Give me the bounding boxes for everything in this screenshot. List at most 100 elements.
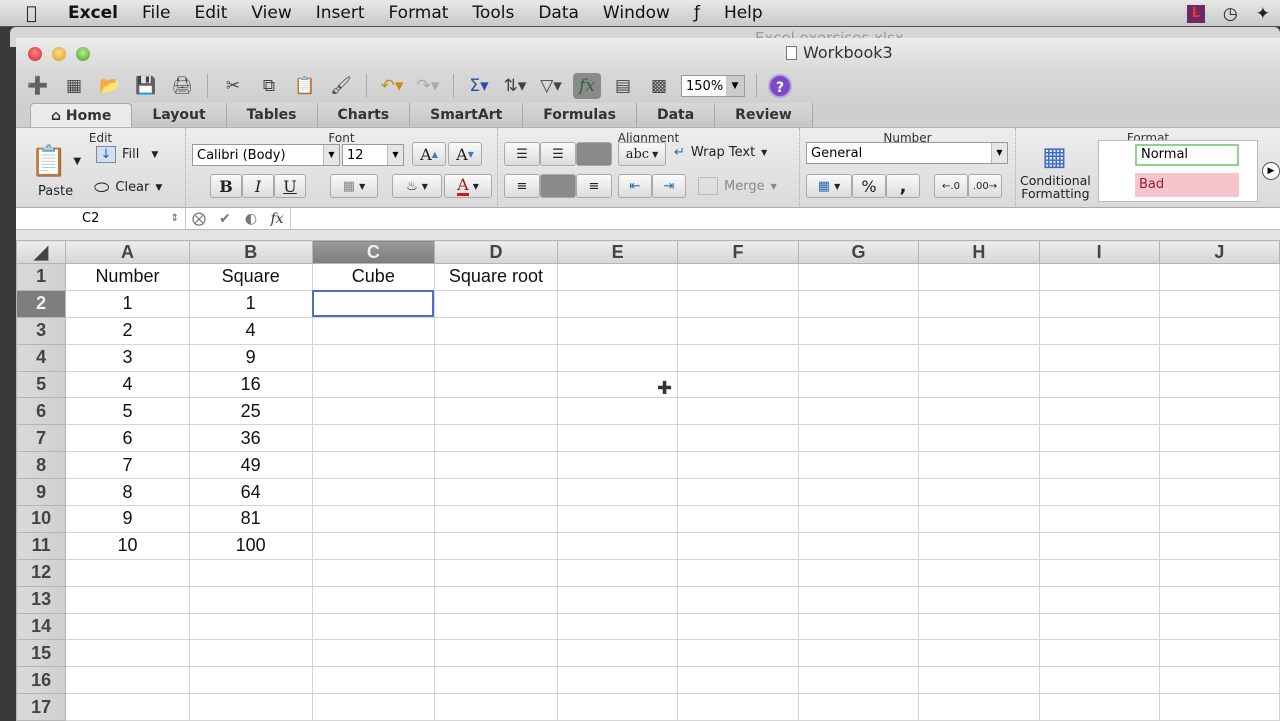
row-header[interactable]: 15: [15, 639, 67, 668]
cell-a8[interactable]: 7: [65, 451, 190, 480]
cell-a10[interactable]: 9: [65, 505, 190, 533]
cell-c7[interactable]: [311, 424, 435, 453]
cell-g3[interactable]: [797, 316, 920, 345]
tab-data[interactable]: Data: [636, 103, 716, 127]
cell-g9[interactable]: [797, 478, 920, 507]
borders-button[interactable]: ▦ ▼: [330, 174, 378, 198]
stepper-icon[interactable]: ⇕: [171, 213, 179, 224]
italic-button[interactable]: I: [242, 174, 274, 198]
autosum-icon[interactable]: Σ▾: [465, 73, 493, 99]
cell-h7[interactable]: [918, 424, 1040, 453]
script-menu-icon[interactable]: ƒ: [694, 3, 700, 23]
cell-g1[interactable]: [797, 263, 920, 291]
time-machine-icon[interactable]: ◷: [1223, 4, 1238, 24]
status-app-icon[interactable]: L: [1186, 4, 1205, 23]
cell-d16[interactable]: [433, 666, 558, 695]
cell-e3[interactable]: [556, 316, 679, 345]
cell-h17[interactable]: [918, 693, 1040, 721]
cell-c4[interactable]: [311, 343, 435, 372]
cell-e9[interactable]: [556, 478, 679, 507]
row-header[interactable]: 9: [15, 478, 67, 507]
menu-view[interactable]: View: [251, 3, 291, 23]
cell-b15[interactable]: [188, 639, 313, 668]
row-header[interactable]: 5: [15, 370, 67, 399]
cell-g8[interactable]: [797, 451, 920, 480]
cell-i7[interactable]: [1038, 424, 1160, 453]
cell-c10[interactable]: [311, 505, 435, 533]
cell-f4[interactable]: [677, 343, 799, 372]
cell-j15[interactable]: [1158, 639, 1280, 668]
cell-j6[interactable]: [1158, 397, 1280, 426]
cell-a14[interactable]: [65, 612, 190, 641]
cell-e6[interactable]: [556, 397, 679, 426]
cell-b5[interactable]: 16: [188, 370, 313, 399]
cell-a6[interactable]: 5: [65, 397, 190, 426]
cell-h3[interactable]: [918, 316, 1040, 345]
cell-d13[interactable]: [433, 585, 558, 614]
row-header[interactable]: 11: [15, 531, 67, 560]
cell-h8[interactable]: [918, 451, 1040, 480]
cell-d5[interactable]: [433, 370, 558, 399]
orientation-button[interactable]: abc ▼: [618, 142, 666, 166]
cell-j3[interactable]: [1158, 316, 1280, 345]
cell-j13[interactable]: [1158, 585, 1280, 614]
column-header-c[interactable]: C: [311, 240, 435, 264]
cell-a7[interactable]: 6: [65, 424, 190, 453]
cell-c3[interactable]: [311, 316, 435, 345]
row-header[interactable]: 7: [15, 424, 67, 453]
cell-e15[interactable]: [556, 639, 679, 668]
cell-g5[interactable]: [797, 370, 920, 399]
clear-button[interactable]: ⬭ Clear ▼: [94, 177, 162, 198]
open-icon[interactable]: 📂: [96, 73, 124, 99]
help-button[interactable]: ?: [768, 74, 792, 98]
tab-layout[interactable]: Layout: [132, 103, 227, 127]
cell-g12[interactable]: [797, 558, 920, 587]
cell-f6[interactable]: [677, 397, 799, 426]
row-header[interactable]: 16: [15, 666, 67, 695]
cell-a1[interactable]: Number: [65, 263, 190, 291]
fill-button[interactable]: ↓ Fill ▼: [96, 146, 158, 163]
increase-decimal-button[interactable]: ←.0: [934, 174, 968, 198]
cell-d1[interactable]: Square root: [433, 263, 558, 291]
cell-f7[interactable]: [677, 424, 799, 453]
tab-tables[interactable]: Tables: [226, 103, 318, 127]
cell-f2[interactable]: [677, 289, 799, 318]
cell-c15[interactable]: [311, 639, 435, 668]
cell-b9[interactable]: 64: [188, 478, 313, 507]
cell-d17[interactable]: [433, 693, 558, 721]
row-header[interactable]: 14: [15, 612, 67, 641]
cell-e17[interactable]: [556, 693, 679, 721]
row-header[interactable]: 4: [15, 343, 67, 372]
cell-d3[interactable]: [433, 316, 558, 345]
cell-j8[interactable]: [1158, 451, 1280, 480]
tab-formulas[interactable]: Formulas: [523, 103, 637, 127]
cell-i15[interactable]: [1038, 639, 1160, 668]
cell-b14[interactable]: [188, 612, 313, 641]
cell-g4[interactable]: [797, 343, 920, 372]
paste-icon[interactable]: 📋 ▼: [30, 144, 81, 179]
gallery-icon[interactable]: ▦: [60, 73, 88, 99]
menu-tools[interactable]: Tools: [472, 3, 514, 23]
format-painter-icon[interactable]: 🖌: [327, 73, 355, 99]
paste-button[interactable]: Paste: [38, 184, 73, 199]
enter-icon[interactable]: ✔: [212, 211, 238, 227]
cell-c16[interactable]: [311, 666, 435, 695]
cell-c17[interactable]: [311, 693, 435, 721]
cell-h6[interactable]: [918, 397, 1040, 426]
cell-h12[interactable]: [918, 558, 1040, 587]
cell-b12[interactable]: [188, 558, 313, 587]
cell-e7[interactable]: [556, 424, 679, 453]
cell-a12[interactable]: [65, 558, 190, 587]
font-family-select[interactable]: Calibri (Body) ▼: [192, 144, 340, 166]
menu-excel[interactable]: Excel: [68, 3, 118, 23]
cell-e16[interactable]: [556, 666, 679, 695]
print-icon[interactable]: 🖨: [168, 73, 196, 99]
cell-h15[interactable]: [918, 639, 1040, 668]
decrease-indent-button[interactable]: ⇤: [618, 174, 652, 198]
cell-f12[interactable]: [677, 558, 799, 587]
cell-f10[interactable]: [677, 505, 799, 533]
cell-c1[interactable]: Cube: [311, 263, 435, 291]
cell-g10[interactable]: [797, 505, 920, 533]
tab-review[interactable]: Review: [715, 103, 813, 127]
apple-icon[interactable]: : [26, 3, 54, 24]
